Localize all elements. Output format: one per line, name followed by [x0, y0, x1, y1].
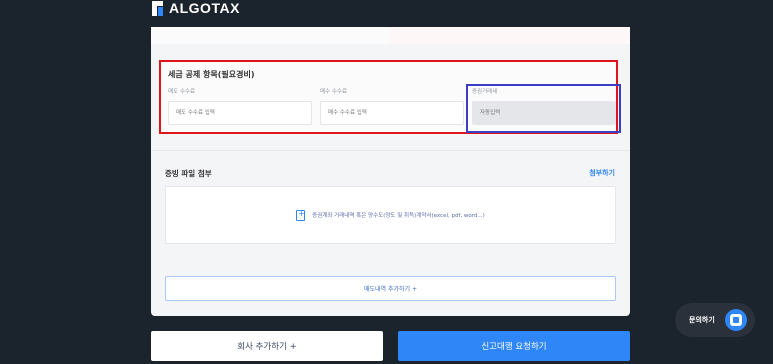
inquiry-button[interactable]: 문의하기: [675, 303, 755, 337]
attach-file-link[interactable]: 첨부하기: [589, 168, 615, 178]
sell-fee-input[interactable]: [168, 101, 312, 125]
tax-deduction-title: 세금 공제 항목(필요경비): [168, 70, 255, 79]
section-divider: [151, 150, 630, 151]
add-sale-record-button[interactable]: 매도내역 추가하기 +: [165, 276, 616, 301]
report-form-card: 세금 공제 항목(필요경비) 매도 수수료 매수 수수료 증권거래세 증빙 파일…: [151, 27, 630, 316]
brand-name: ALGOTAX: [169, 0, 240, 16]
file-dropzone[interactable]: 증권계좌 거래내역 혹은 양수도(양도 및 취득)계약서(excel, pdf,…: [165, 186, 616, 244]
dropzone-text: 증권계좌 거래내역 혹은 양수도(양도 및 취득)계약서(excel, pdf,…: [312, 213, 485, 219]
attachment-title: 증빙 파일 첨부: [165, 169, 212, 178]
inquiry-label: 문의하기: [689, 316, 715, 324]
securities-tax-highlight: [466, 84, 621, 133]
brand-logo[interactable]: ALGOTAX: [152, 0, 240, 16]
buy-fee-label: 매수 수수료: [320, 89, 348, 95]
card-top-strip: [151, 27, 630, 44]
chat-icon: [724, 309, 747, 331]
submit-request-button[interactable]: 신고대행 요청하기: [398, 331, 630, 361]
buy-fee-input[interactable]: [320, 101, 464, 125]
add-company-button[interactable]: 회사 추가하기 +: [151, 331, 383, 361]
algotax-logo-icon: [152, 0, 163, 16]
sell-fee-label: 매도 수수료: [168, 89, 196, 95]
file-add-icon: [296, 209, 306, 221]
